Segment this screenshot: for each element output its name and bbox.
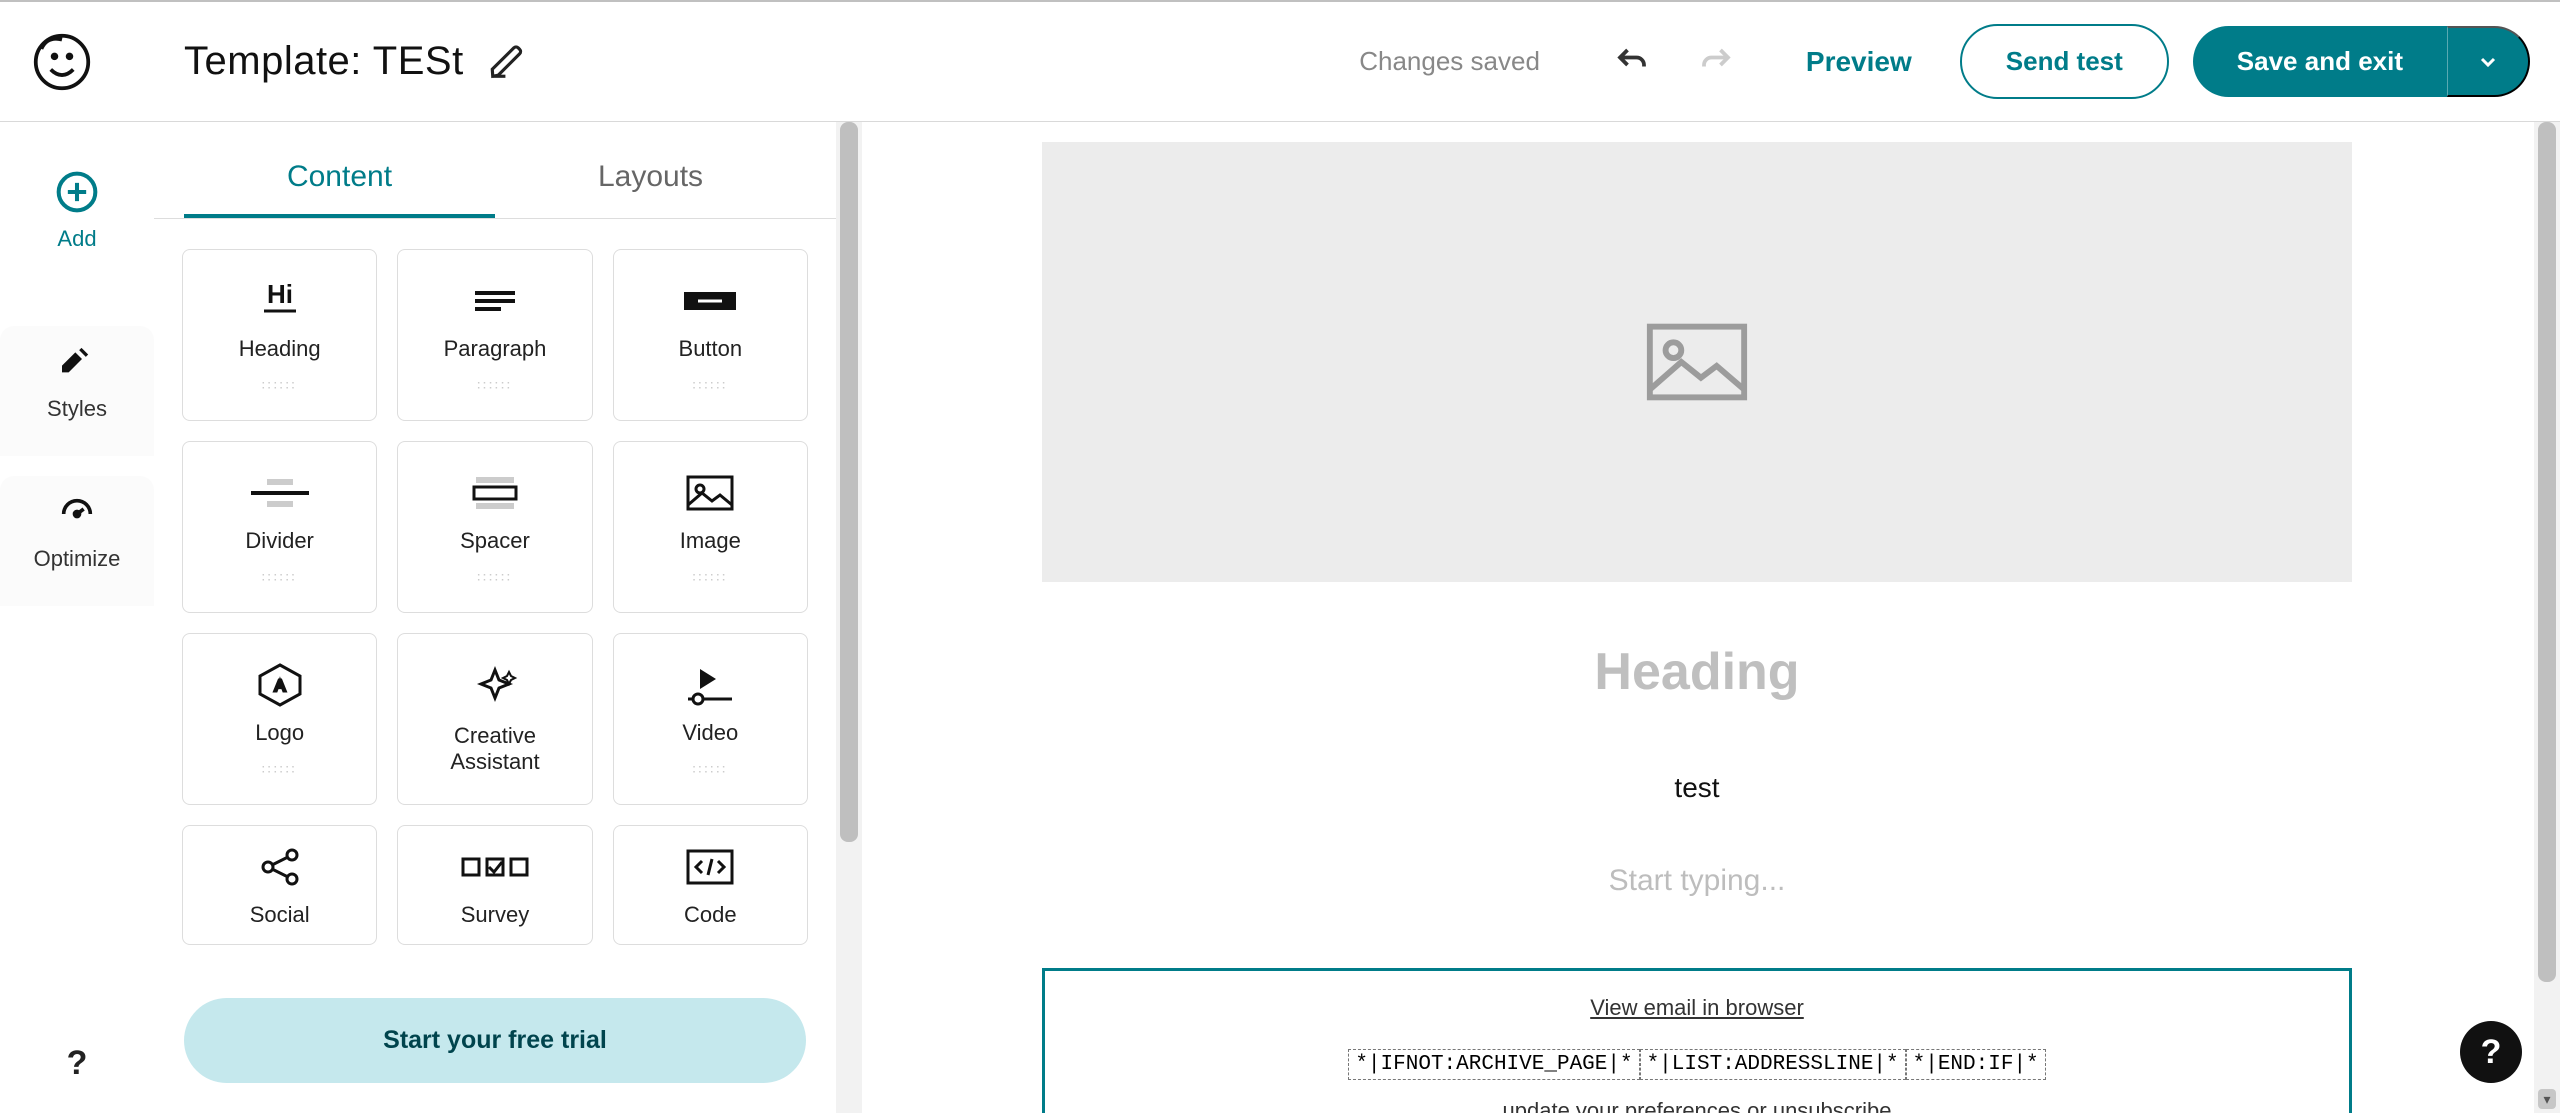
- drag-handle-icon: ∷∷∷: [477, 377, 513, 394]
- panel-scrollbar[interactable]: [836, 122, 862, 1113]
- block-button[interactable]: Button ∷∷∷: [613, 249, 808, 421]
- block-divider-label: Divider: [245, 528, 313, 554]
- page-title: Template: TESt: [184, 39, 464, 84]
- block-logo[interactable]: A Logo ∷∷∷: [182, 633, 377, 805]
- save-status: Changes saved: [1359, 46, 1540, 77]
- panel-footer: Start your free trial: [154, 976, 836, 1113]
- block-creative-label: Creative Assistant: [450, 723, 539, 776]
- block-creative-assistant[interactable]: Creative Assistant: [397, 633, 592, 805]
- block-paragraph[interactable]: Paragraph ∷∷∷: [397, 249, 592, 421]
- save-and-exit-button[interactable]: Save and exit: [2193, 26, 2447, 97]
- block-image[interactable]: Image ∷∷∷: [613, 441, 808, 613]
- block-heading[interactable]: Hi Heading ∷∷∷: [182, 249, 377, 421]
- edit-title-icon[interactable]: [488, 43, 526, 81]
- heading-icon: Hi: [250, 276, 310, 326]
- save-and-exit-caret[interactable]: [2447, 26, 2530, 97]
- svg-text:Hi: Hi: [267, 279, 293, 309]
- video-icon: [680, 660, 740, 710]
- block-paragraph-label: Paragraph: [444, 336, 547, 362]
- email-canvas[interactable]: Heading test Start typing... View email …: [862, 122, 2560, 1113]
- code-icon: [682, 842, 738, 892]
- send-test-button[interactable]: Send test: [1960, 24, 2169, 99]
- button-icon: [678, 276, 742, 326]
- logo-icon: A: [256, 660, 304, 710]
- paragraph-icon: [465, 276, 525, 326]
- block-image-label: Image: [680, 528, 741, 554]
- tab-layouts[interactable]: Layouts: [495, 146, 806, 218]
- rail-label-add: Add: [57, 226, 96, 252]
- canvas-scrollbar[interactable]: ▾: [2534, 122, 2560, 1113]
- top-bar: Template: TESt Changes saved Preview Sen…: [0, 0, 2560, 122]
- rail-label-optimize: Optimize: [34, 546, 121, 572]
- block-code[interactable]: Code: [613, 825, 808, 945]
- drag-handle-icon: ∷∷∷: [692, 377, 728, 394]
- merge-tag-ifnot: *|IFNOT:ARCHIVE_PAGE|*: [1348, 1049, 1639, 1080]
- mailchimp-logo[interactable]: [30, 30, 94, 94]
- image-placeholder-icon: [1642, 317, 1752, 407]
- text-block[interactable]: test: [1042, 772, 2352, 804]
- panel-scroll-thumb[interactable]: [840, 122, 858, 842]
- block-heading-label: Heading: [239, 336, 321, 362]
- block-spacer[interactable]: Spacer ∷∷∷: [397, 441, 592, 613]
- footer-pref-text: update your preferences or unsubscribe: [1055, 1098, 2339, 1113]
- tab-content[interactable]: Content: [184, 146, 495, 218]
- blocks-list: Hi Heading ∷∷∷ Paragraph ∷∷∷ Button ∷∷∷: [154, 219, 836, 976]
- block-survey[interactable]: Survey: [397, 825, 592, 945]
- block-divider[interactable]: Divider ∷∷∷: [182, 441, 377, 613]
- block-logo-label: Logo: [255, 720, 304, 746]
- drag-handle-icon: ∷∷∷: [262, 569, 298, 586]
- drag-handle-icon: ∷∷∷: [262, 761, 298, 778]
- merge-tag-endif: *|END:IF|*: [1906, 1049, 2046, 1080]
- side-panel: Content Layouts Hi Heading ∷∷∷ Paragraph…: [154, 122, 836, 1113]
- block-code-label: Code: [684, 902, 737, 928]
- survey-icon: [459, 842, 531, 892]
- drag-handle-icon: ∷∷∷: [262, 377, 298, 394]
- panel-tabs: Content Layouts: [154, 122, 836, 219]
- image-placeholder-block[interactable]: [1042, 142, 2352, 582]
- canvas-scroll-down-icon[interactable]: ▾: [2538, 1089, 2556, 1109]
- drag-handle-icon: ∷∷∷: [692, 761, 728, 778]
- redo-button[interactable]: [1692, 38, 1740, 86]
- block-social-label: Social: [250, 902, 310, 928]
- help-fab[interactable]: ?: [2460, 1021, 2522, 1083]
- left-rail: Add Styles Optimize ?: [0, 122, 154, 1113]
- rail-label-styles: Styles: [47, 396, 107, 422]
- start-trial-button[interactable]: Start your free trial: [184, 998, 806, 1083]
- merge-tags-row[interactable]: *|IFNOT:ARCHIVE_PAGE|* *|LIST:ADDRESSLIN…: [1348, 1049, 2045, 1080]
- block-survey-label: Survey: [461, 902, 529, 928]
- footer-or-text: or: [1741, 1098, 1773, 1113]
- save-and-exit-split-button: Save and exit: [2193, 26, 2530, 97]
- block-button-label: Button: [679, 336, 743, 362]
- rail-item-add[interactable]: Add: [0, 152, 154, 286]
- canvas-scroll-thumb[interactable]: [2538, 122, 2556, 982]
- preview-link[interactable]: Preview: [1806, 46, 1912, 78]
- undo-button[interactable]: [1608, 38, 1656, 86]
- drag-handle-icon: ∷∷∷: [692, 569, 728, 586]
- merge-tag-address: *|LIST:ADDRESSLINE|*: [1640, 1049, 1906, 1080]
- rail-item-optimize[interactable]: Optimize: [0, 476, 154, 606]
- workspace: Add Styles Optimize ? Content Layouts Hi…: [0, 122, 2560, 1113]
- divider-icon: [245, 468, 315, 518]
- paragraph-placeholder[interactable]: Start typing...: [1042, 864, 2352, 898]
- rail-help-icon[interactable]: ?: [67, 1044, 88, 1083]
- rail-item-styles[interactable]: Styles: [0, 326, 154, 456]
- drag-handle-icon: ∷∷∷: [477, 569, 513, 586]
- image-icon: [682, 468, 738, 518]
- spacer-icon: [460, 468, 530, 518]
- email-footer-block[interactable]: View email in browser *|IFNOT:ARCHIVE_PA…: [1042, 968, 2352, 1113]
- heading-placeholder[interactable]: Heading: [1042, 642, 2352, 702]
- share-icon: [256, 842, 304, 892]
- view-in-browser-link[interactable]: View email in browser: [1590, 995, 1804, 1020]
- unsubscribe-link[interactable]: unsubscribe: [1773, 1098, 1892, 1113]
- block-video[interactable]: Video ∷∷∷: [613, 633, 808, 805]
- sparkle-icon: [471, 663, 519, 713]
- svg-text:A: A: [274, 678, 285, 695]
- update-preferences-link[interactable]: update your preferences: [1503, 1098, 1742, 1113]
- email-frame: Heading test Start typing... View email …: [1042, 142, 2352, 1113]
- block-video-label: Video: [682, 720, 738, 746]
- block-spacer-label: Spacer: [460, 528, 530, 554]
- block-social[interactable]: Social: [182, 825, 377, 945]
